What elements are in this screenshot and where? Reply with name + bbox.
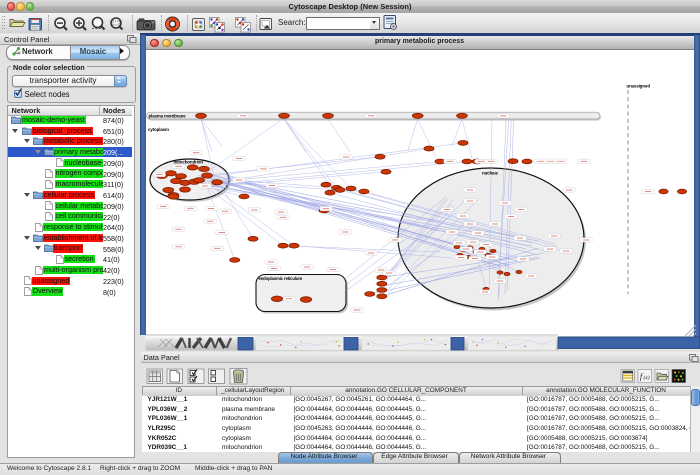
svg-text:unassigned: unassigned xyxy=(627,84,651,89)
svg-text:(x): (x) xyxy=(644,374,650,381)
svg-text:mitochondrion: mitochondrion xyxy=(174,159,204,164)
svg-text:plasma membrane: plasma membrane xyxy=(149,114,187,119)
svg-text:endoplasmic reticulum: endoplasmic reticulum xyxy=(259,276,303,281)
svg-text:nucleus: nucleus xyxy=(482,171,499,176)
svg-text:cytoplasm: cytoplasm xyxy=(148,127,169,132)
